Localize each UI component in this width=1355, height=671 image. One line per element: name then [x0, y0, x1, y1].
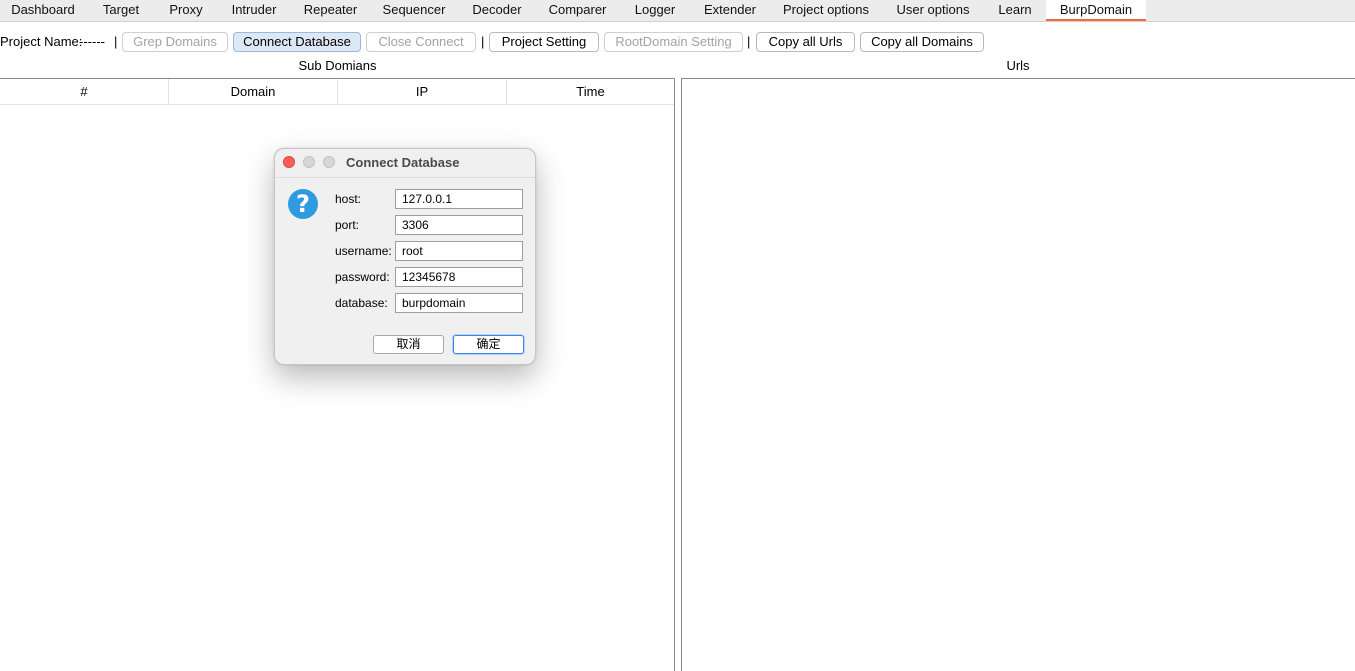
ok-button[interactable]: 确定 [453, 335, 524, 354]
username-label: username: [335, 244, 392, 258]
host-label: host: [335, 192, 362, 206]
port-label: port: [335, 218, 360, 232]
project-name-value: ------ [79, 34, 105, 49]
dialog-titlebar[interactable]: Connect Database [275, 149, 535, 178]
urls-panel-title: Urls [1006, 58, 1030, 73]
connect-database-dialog: Connect Database ? host: port: username:… [274, 148, 536, 365]
tab-user-options[interactable]: User options [882, 0, 984, 21]
tab-dashboard[interactable]: Dashboard [0, 0, 86, 21]
dialog-title: Connect Database [346, 155, 460, 170]
urls-panel[interactable] [681, 78, 1355, 671]
project-setting-button[interactable]: Project Setting [489, 32, 599, 52]
zoom-window-icon [323, 156, 335, 168]
database-field[interactable] [395, 293, 523, 313]
cancel-button[interactable]: 取消 [373, 335, 444, 354]
table-header: # Domain IP Time [0, 79, 674, 105]
question-icon: ? [288, 189, 318, 219]
column-header-index[interactable]: # [0, 79, 169, 104]
tab-comparer[interactable]: Comparer [535, 0, 620, 21]
tab-extender[interactable]: Extender [690, 0, 770, 21]
port-field[interactable] [395, 215, 523, 235]
password-label: password: [335, 270, 390, 284]
copy-all-urls-button[interactable]: Copy all Urls [756, 32, 855, 52]
rootdomain-setting-button[interactable]: RootDomain Setting [604, 32, 743, 52]
tab-decoder[interactable]: Decoder [459, 0, 535, 21]
tab-target[interactable]: Target [86, 0, 156, 21]
tab-proxy[interactable]: Proxy [156, 0, 216, 21]
main-tab-bar: Dashboard Target Proxy Intruder Repeater… [0, 0, 1355, 22]
column-header-domain[interactable]: Domain [169, 79, 338, 104]
tab-repeater[interactable]: Repeater [292, 0, 369, 21]
tab-intruder[interactable]: Intruder [216, 0, 292, 21]
close-window-icon[interactable] [283, 156, 295, 168]
tab-learn[interactable]: Learn [984, 0, 1046, 21]
close-connect-button[interactable]: Close Connect [366, 32, 476, 52]
toolbar-separator: | [747, 34, 751, 49]
tab-sequencer[interactable]: Sequencer [369, 0, 459, 21]
grep-domains-button[interactable]: Grep Domains [122, 32, 228, 52]
tab-logger[interactable]: Logger [620, 0, 690, 21]
toolbar-separator: | [114, 34, 118, 49]
column-header-time[interactable]: Time [507, 79, 674, 104]
column-header-ip[interactable]: IP [338, 79, 507, 104]
subdomains-panel-title: Sub Domians [298, 58, 377, 73]
connect-database-button[interactable]: Connect Database [233, 32, 361, 52]
burpdomain-toolbar: Project Name: ------ | Grep Domains Conn… [0, 31, 1355, 54]
username-field[interactable] [395, 241, 523, 261]
database-label: database: [335, 296, 388, 310]
copy-all-domains-button[interactable]: Copy all Domains [860, 32, 984, 52]
project-name-label: Project Name: [0, 34, 83, 49]
tab-burpdomain[interactable]: BurpDomain [1046, 0, 1146, 21]
toolbar-separator: | [481, 34, 485, 49]
minimize-window-icon [303, 156, 315, 168]
host-field[interactable] [395, 189, 523, 209]
tab-project-options[interactable]: Project options [770, 0, 882, 21]
password-field[interactable] [395, 267, 523, 287]
